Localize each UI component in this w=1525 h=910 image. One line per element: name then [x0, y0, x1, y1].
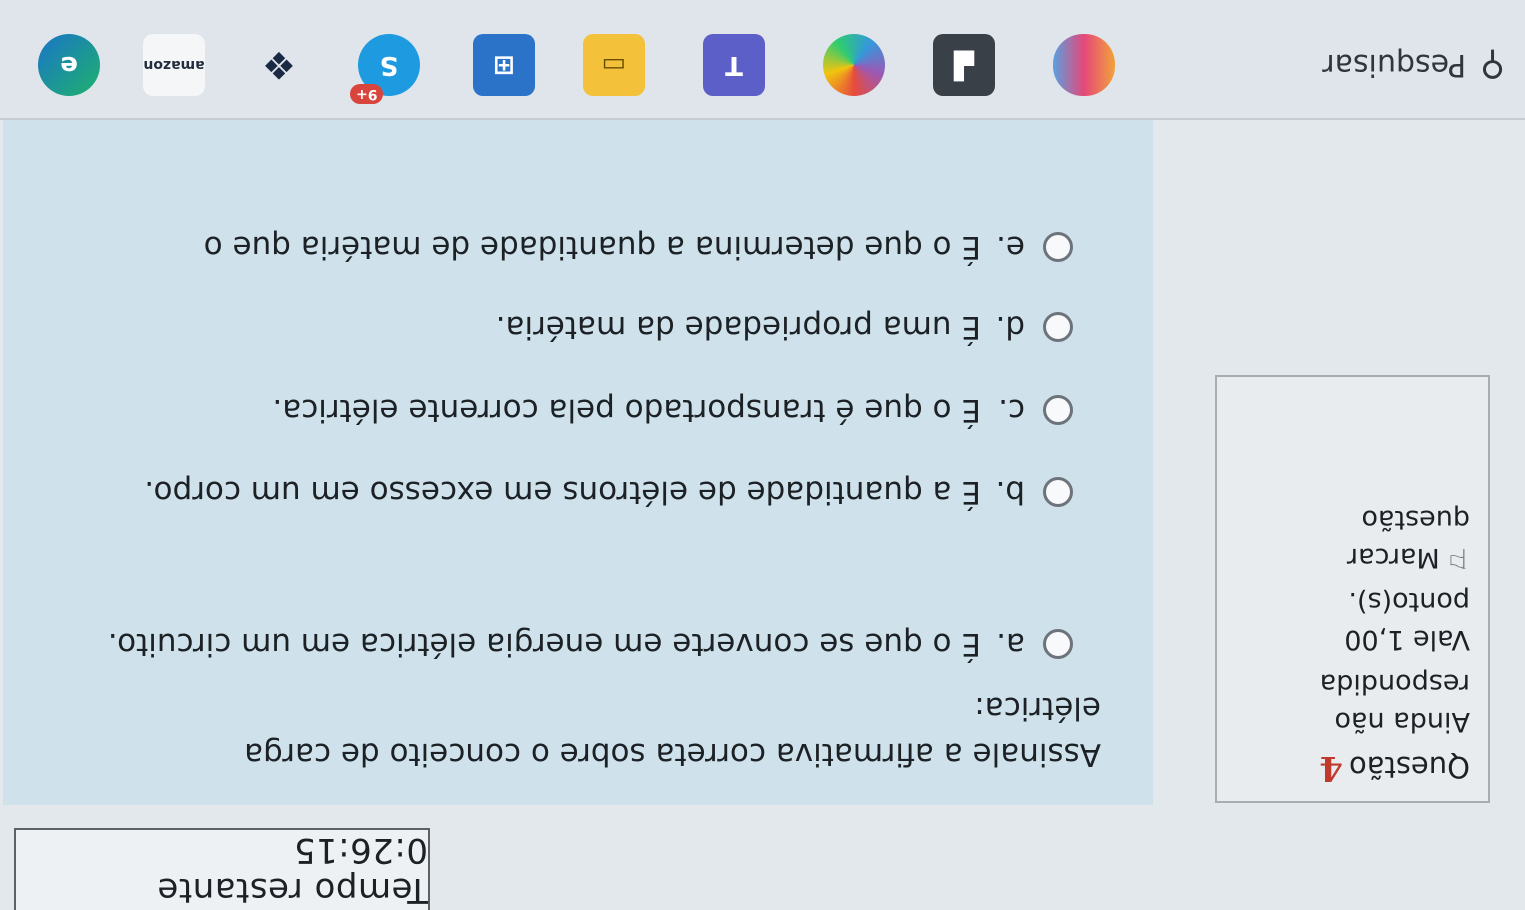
teams-icon[interactable]: T	[703, 34, 765, 96]
question-info-box: Questão4 Ainda não respondida Vale 1,00 …	[1215, 375, 1490, 803]
option-e-label: e.	[996, 229, 1025, 265]
option-d-radio[interactable]	[1043, 312, 1073, 342]
dropbox-icon[interactable]: ❖	[248, 34, 310, 96]
question-panel: Assinale a afirmativa correta sobre o co…	[3, 115, 1153, 805]
option-d-text: É uma propriedade da matéria.	[495, 309, 981, 345]
flag-icon: ⚐	[1445, 542, 1470, 573]
option-c-radio[interactable]	[1043, 395, 1073, 425]
option-e-radio[interactable]	[1043, 232, 1073, 262]
search-icon: ⚲	[1480, 45, 1505, 85]
option-b[interactable]: b. É a quantidade de elétrons em excesso…	[23, 469, 1073, 515]
screen: Tempo restante 0:26:15 Questão4 Ainda nã…	[0, 0, 1525, 910]
option-b-radio[interactable]	[1043, 477, 1073, 507]
option-e-text: É o que determina a quantidade de matéri…	[203, 229, 981, 265]
option-c-text: É o que é transportado pela corrente elé…	[272, 392, 981, 428]
answer-status: Ainda não respondida	[1319, 668, 1470, 737]
question-heading: Questão4	[1235, 746, 1470, 788]
timer-box: Tempo restante 0:26:15	[14, 828, 430, 910]
taskbar-search[interactable]: ⚲ Pesquisar	[1085, 30, 1505, 100]
search-label: Pesquisar	[1322, 47, 1467, 83]
option-d-label: d.	[995, 309, 1025, 345]
timer-text: Tempo restante 0:26:15	[156, 830, 428, 910]
question-label: Questão	[1348, 750, 1470, 784]
skype-icon[interactable]: S 9+	[350, 34, 420, 104]
option-b-text: É a quantidade de elétrons em excesso em…	[144, 474, 981, 510]
amazon-icon[interactable]: amazon	[143, 34, 205, 96]
notification-badge: 9+	[350, 84, 384, 104]
option-a-label: a.	[996, 626, 1025, 662]
option-a-radio[interactable]	[1043, 629, 1073, 659]
taskbar: ⚲ Pesquisar ▟ T ▭ ⊞ S 9+ ❖ amazon e	[0, 0, 1525, 120]
option-d[interactable]: d. É uma propriedade da matéria.	[23, 304, 1073, 350]
option-c[interactable]: c. É o que é transportado pela corrente …	[23, 387, 1073, 433]
edge-icon[interactable]: e	[38, 34, 100, 96]
question-points: Vale 1,00 ponto(s).	[1344, 586, 1470, 655]
option-b-label: b.	[995, 474, 1025, 510]
paint-icon[interactable]	[1053, 34, 1115, 96]
file-explorer-icon[interactable]: ▭	[583, 34, 645, 96]
option-c-label: c.	[998, 392, 1025, 428]
snip-icon[interactable]: ▟	[933, 34, 995, 96]
store-icon[interactable]: ⊞	[473, 34, 535, 96]
option-e[interactable]: e. É o que determina a quantidade de mat…	[23, 224, 1073, 270]
flag-question[interactable]: ⚐Marcar questão	[1235, 500, 1470, 576]
question-text: Assinale a afirmativa correta sobre o co…	[244, 690, 1101, 772]
option-a-text: É o que se converte em energia elétrica …	[107, 626, 981, 662]
question-number: 4	[1319, 748, 1343, 788]
copilot-icon[interactable]	[823, 34, 885, 96]
option-a[interactable]: a. É o que se converte em energia elétri…	[23, 621, 1073, 667]
